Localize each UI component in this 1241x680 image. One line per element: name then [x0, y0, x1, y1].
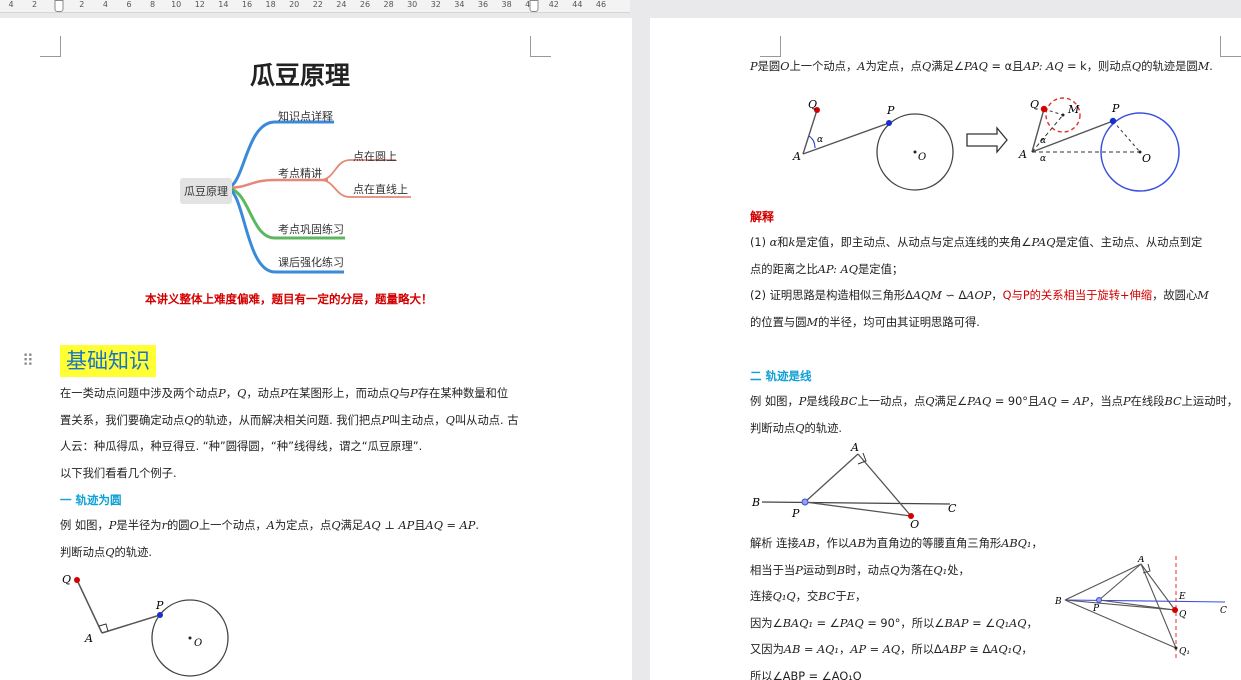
ruler-tick: 20 — [289, 0, 300, 9]
ruler-tick: 28 — [383, 0, 394, 9]
label-a: A — [792, 150, 801, 163]
margin-corner-mark — [1220, 36, 1241, 57]
ruler-tick: 2 — [32, 0, 38, 9]
ruler-tick: 26 — [359, 0, 371, 9]
ruler-tick: 38 — [501, 0, 512, 9]
ruler-tick: 14 — [218, 0, 229, 9]
solution-paragraph: 解析 连接AB，作以AB为直角边的等腰直角三角形ABQ₁， 相当于当P运动到B时… — [750, 537, 1043, 680]
ruler-tick: 44 — [572, 0, 583, 9]
label-c: C — [1220, 606, 1227, 616]
label-alpha: α — [1040, 154, 1046, 164]
ruler-tick: 6 — [126, 0, 132, 9]
figure-line-locus: B C A P Q — [751, 441, 957, 528]
figure-solution-construction: B A P E Q Q₁ C — [1055, 556, 1227, 660]
label-p: P — [791, 507, 800, 520]
mindmap-branch: 课后强化练习 — [278, 256, 344, 269]
subsection-heading: 二 轨迹是线 — [750, 369, 812, 383]
mindmap-branch: 知识点详释 — [278, 110, 333, 123]
label-a: A — [1137, 556, 1145, 565]
intro-paragraph: 在一类动点问题中涉及两个动点P，Q，动点P在某图形上，而动点Q与P存在某种数量和… — [60, 387, 519, 480]
figure-circle-locus: Q P A O — [62, 573, 229, 677]
ruler-tick: 10 — [171, 0, 182, 9]
indent-marker-icon[interactable] — [529, 0, 539, 12]
label-p: P — [155, 599, 164, 612]
label-a: A — [84, 632, 93, 645]
ruler-tick: 8 — [150, 0, 156, 9]
label-o: O — [1142, 152, 1151, 165]
example-paragraph: 例 如图，P是线段BC上一动点，点Q满足∠PAQ = 90°且AQ = AP，当… — [750, 395, 1239, 435]
label-p: P — [886, 104, 895, 117]
arrow-right-icon — [966, 126, 1008, 154]
ruler-tick: 30 — [407, 0, 418, 9]
mindmap-branch: 点在圆上 — [353, 150, 397, 163]
label-a: A — [1018, 148, 1027, 161]
label-e: E — [1178, 592, 1186, 602]
ruler-tick: 18 — [265, 0, 276, 9]
label-m: M — [1067, 103, 1080, 116]
ruler-tick: 4 — [102, 0, 108, 9]
label-alpha: α — [817, 135, 823, 145]
horizontal-ruler[interactable]: 4224681012141618202224262830323436384042… — [0, 0, 630, 13]
label-o: O — [918, 152, 926, 163]
label-q: Q — [1030, 98, 1039, 111]
ruler-tick: 2 — [79, 0, 85, 9]
ruler-tick: 46 — [595, 0, 607, 9]
document-page-right[interactable]: P是圆O上一个动点，A为定点，点Q满足∠PAQ = α且AP: AQ = k，则… — [650, 18, 1241, 680]
label-q: Q — [808, 98, 817, 111]
label-p: P — [1111, 102, 1120, 115]
page-title: 瓜豆原理 — [250, 61, 351, 90]
label-o: O — [194, 638, 202, 649]
ruler-gray-area — [630, 0, 1241, 12]
continued-text: P是圆O上一个动点，A为定点，点Q满足∠PAQ = α且AP: AQ = k，则… — [750, 60, 1213, 73]
mindmap-branch: 考点精讲 — [278, 167, 322, 180]
mindmap-branch: 考点巩固练习 — [278, 223, 344, 236]
explanation-paragraph: (1) α和k是定值，即主动点、从动点与定点连线的夹角∠PAQ是定值、主动点、从… — [750, 236, 1209, 329]
ruler-tick: 4 — [8, 0, 14, 9]
drag-handle-icon[interactable]: ⠿ — [22, 351, 34, 370]
mindmap-branch: 点在直线上 — [353, 183, 408, 196]
label-q: Q — [910, 518, 919, 528]
section-heading: 基础知识 — [60, 345, 156, 377]
label-q: Q — [62, 573, 71, 586]
ruler-tick: 16 — [241, 0, 253, 9]
example-paragraph: 例 如图，P是半径为r的圆O上一个动点，A为定点，点Q满足AQ ⊥ AP且AQ … — [60, 519, 479, 559]
margin-corner-mark — [40, 36, 61, 57]
label-alpha: α — [1040, 136, 1046, 146]
label-p: P — [1092, 604, 1100, 614]
document-page-left[interactable]: 瓜豆原理 瓜豆原理 知识点详释 考点精讲 点在圆上 点在直线上 考点巩固练习 课… — [0, 18, 632, 680]
ruler-tick: 36 — [477, 0, 489, 9]
label-b: B — [1055, 597, 1062, 607]
label-q1: Q₁ — [1179, 647, 1190, 657]
ruler-tick: 42 — [548, 0, 559, 9]
figure-rotation-scaling: Q P A O α Q M P A O α α — [792, 97, 1180, 192]
label-q: Q — [1179, 610, 1187, 620]
ruler-tick: 34 — [454, 0, 465, 9]
ruler-tick: 32 — [430, 0, 441, 9]
margin-corner-mark — [530, 36, 551, 57]
label-b: B — [751, 496, 760, 509]
ruler-tick: 12 — [194, 0, 205, 9]
ruler-tick: 24 — [336, 0, 347, 9]
subsection-heading: 一 轨迹为圆 — [60, 493, 122, 507]
ruler-tick: 22 — [312, 0, 323, 9]
label-c: C — [948, 502, 957, 515]
difficulty-note: 本讲义整体上难度偏难，题目有一定的分层，题量略大！ — [145, 292, 433, 306]
mindmap-root: 瓜豆原理 — [180, 178, 232, 204]
explanation-heading: 解释 — [750, 210, 775, 224]
label-a: A — [850, 441, 859, 454]
indent-marker-icon[interactable] — [54, 0, 64, 12]
